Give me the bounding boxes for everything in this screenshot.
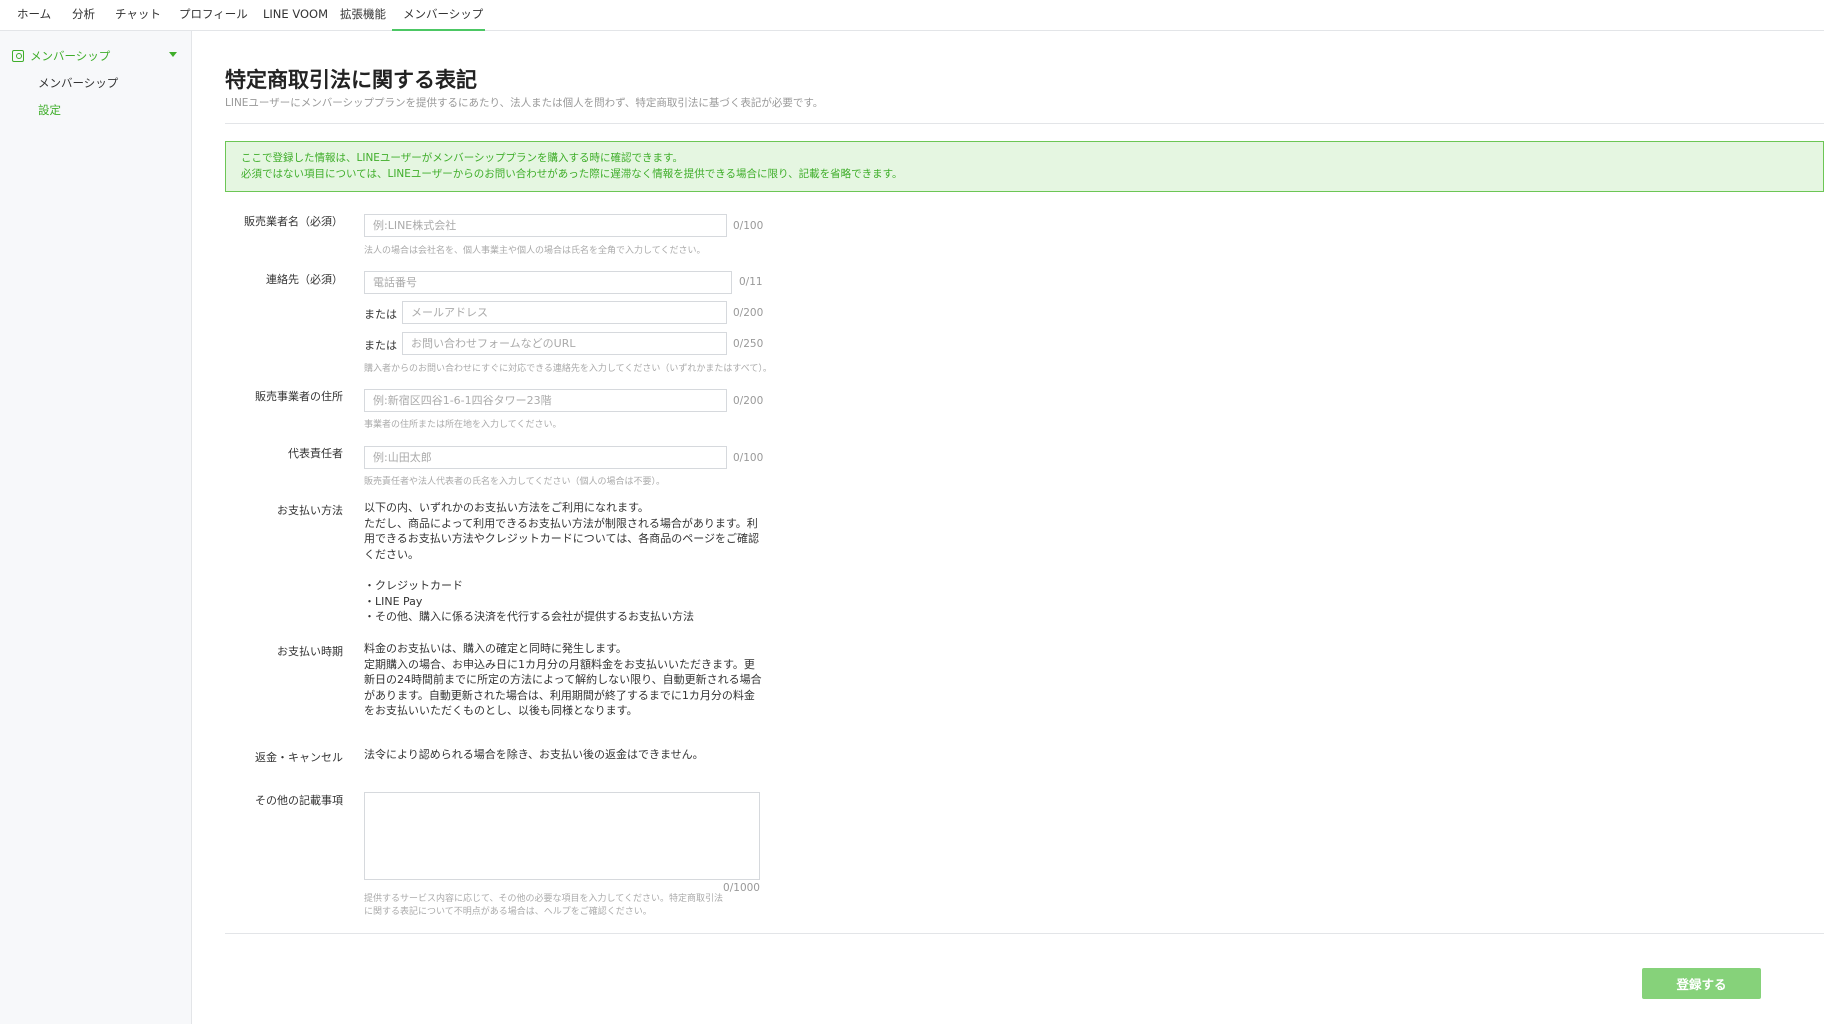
- sidebar-section-membership[interactable]: メンバーシップ: [12, 48, 177, 64]
- nav-home[interactable]: ホーム: [17, 0, 51, 31]
- nav-line-voom[interactable]: LINE VOOM: [263, 0, 328, 31]
- info-banner: ここで登録した情報は、LINEユーザーがメンバーシッププランを購入する時に確認で…: [225, 141, 1824, 192]
- nav-membership[interactable]: メンバーシップ: [392, 0, 485, 31]
- contact-help: 購入者からのお問い合わせにすぐに対応できる連絡先を入力してください（いずれかまた…: [364, 361, 772, 374]
- representative-input[interactable]: [364, 446, 727, 469]
- register-button[interactable]: 登録する: [1642, 968, 1761, 999]
- url-counter: 0/250: [733, 338, 763, 350]
- email-input[interactable]: [402, 301, 727, 324]
- payment-bullet: ・クレジットカード: [364, 578, 764, 594]
- payment-bullet: ・その他、購入に係る決済を代行する会社が提供するお支払い方法: [364, 609, 764, 625]
- refund-label: 返金・キャンセル: [255, 749, 343, 765]
- representative-help: 販売責任者や法人代表者の氏名を入力してください（個人の場合は不要）。: [364, 474, 665, 487]
- divider: [225, 933, 1824, 934]
- or-label: または: [364, 306, 397, 322]
- sidebar: メンバーシップ メンバーシップ 設定: [0, 31, 192, 1024]
- member-card-icon: [12, 50, 24, 62]
- phone-input[interactable]: [364, 271, 732, 294]
- address-input[interactable]: [364, 389, 727, 412]
- banner-line: ここで登録した情報は、LINEユーザーがメンバーシッププランを購入する時に確認で…: [241, 151, 1808, 167]
- divider: [225, 123, 1824, 124]
- phone-counter: 0/11: [739, 276, 763, 288]
- other-help: 提供するサービス内容に応じて、その他の必要な項目を入力してください。特定商取引法…: [364, 893, 724, 918]
- seller-counter: 0/100: [733, 220, 763, 232]
- payment-text-line: 以下の内、いずれかのお支払い方法をご利用になれます。: [364, 500, 764, 516]
- email-counter: 0/200: [733, 307, 763, 319]
- seller-input[interactable]: [364, 214, 727, 237]
- seller-label: 販売業者名（必須）: [244, 213, 343, 229]
- payment-bullet: ・LINE Pay: [364, 594, 764, 610]
- contact-label: 連絡先（必須）: [266, 271, 343, 287]
- nav-analytics[interactable]: 分析: [72, 0, 95, 31]
- other-label: その他の記載事項: [255, 792, 343, 808]
- refund-text: 法令により認められる場合を除き、お支払い後の返金はできません。: [364, 747, 764, 763]
- nav-chat[interactable]: チャット: [115, 0, 161, 31]
- payment-text-line: ただし、商品によって利用できるお支払い方法が制限される場合があります。利用できる…: [364, 516, 764, 563]
- address-help: 事業者の住所または所在地を入力してください。: [364, 417, 561, 430]
- timing-text-line: 料金のお支払いは、購入の確定と同時に発生します。: [364, 641, 764, 657]
- payment-method-label: お支払い方法: [277, 502, 343, 518]
- timing-text-line: 定期購入の場合、お申込み日に1カ月分の月額料金をお支払いいただきます。更新日の2…: [364, 657, 764, 719]
- top-nav: ホーム 分析 チャット プロフィール LINE VOOM 拡張機能 メンバーシッ…: [0, 0, 1824, 31]
- address-label: 販売事業者の住所: [255, 388, 343, 404]
- nav-profile[interactable]: プロフィール: [179, 0, 248, 31]
- page-title: 特定商取引法に関する表記: [225, 64, 477, 94]
- sidebar-item-membership[interactable]: メンバーシップ: [38, 75, 118, 91]
- payment-timing-label: お支払い時期: [277, 643, 343, 659]
- sidebar-section-label: メンバーシップ: [30, 48, 110, 64]
- caret-down-icon: [169, 52, 177, 57]
- or-label: または: [364, 337, 397, 353]
- banner-line: 必須ではない項目については、LINEユーザーからのお問い合わせがあった際に遅滞な…: [241, 167, 1808, 183]
- other-textarea[interactable]: [364, 792, 760, 880]
- payment-timing-text: 料金のお支払いは、購入の確定と同時に発生します。 定期購入の場合、お申込み日に1…: [364, 641, 764, 719]
- address-counter: 0/200: [733, 395, 763, 407]
- sidebar-item-settings[interactable]: 設定: [38, 102, 61, 118]
- payment-method-text: 以下の内、いずれかのお支払い方法をご利用になれます。 ただし、商品によって利用で…: [364, 500, 764, 625]
- nav-extensions[interactable]: 拡張機能: [340, 0, 386, 31]
- seller-help: 法人の場合は会社名を、個人事業主や個人の場合は氏名を全角で入力してください。: [364, 243, 705, 256]
- page-subtitle: LINEユーザーにメンバーシッププランを提供するにあたり、法人または個人を問わず…: [225, 95, 823, 110]
- representative-label: 代表責任者: [288, 445, 343, 461]
- url-input[interactable]: [402, 332, 727, 355]
- representative-counter: 0/100: [733, 452, 763, 464]
